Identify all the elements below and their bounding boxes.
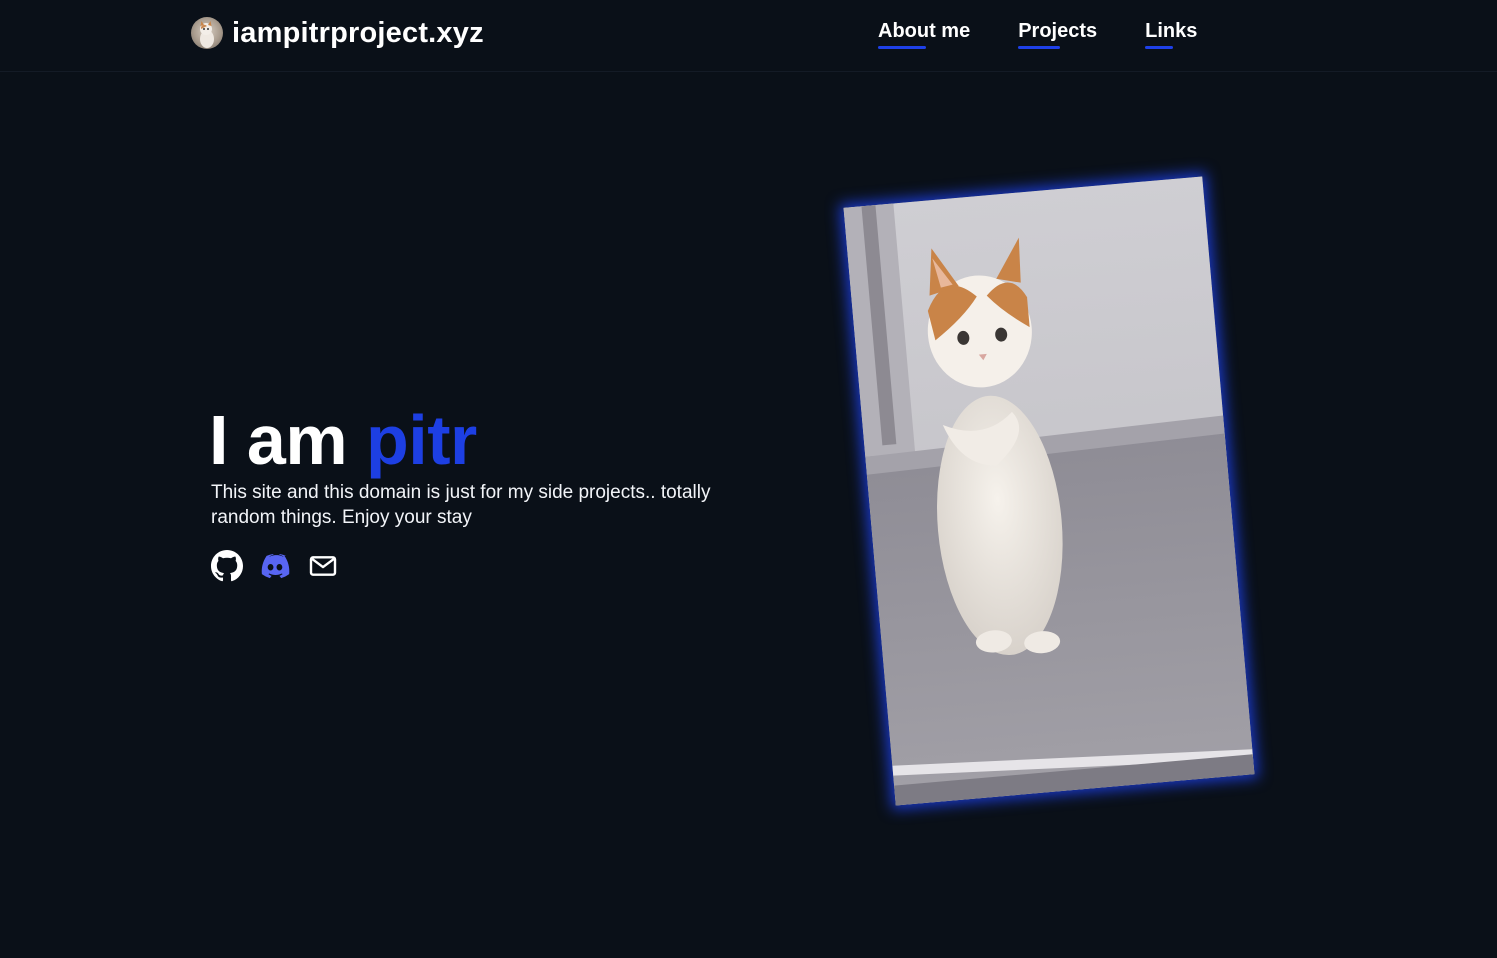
cat-avatar-icon	[191, 17, 223, 49]
brand-link[interactable]: iampitrproject.xyz	[191, 16, 484, 50]
mail-icon[interactable]	[307, 550, 339, 582]
dancing-cat-image	[843, 176, 1255, 806]
site-name: iampitrproject.xyz	[232, 16, 484, 49]
nav-link-about-me[interactable]: About me	[878, 20, 970, 49]
hero-title-prefix: I am	[209, 401, 367, 479]
hero-title: I am pitr	[209, 398, 477, 482]
dancing-cat-illustration	[843, 176, 1255, 806]
site-header: iampitrproject.xyz About me Projects Lin…	[0, 0, 1497, 72]
main-nav: About me Projects Links	[878, 20, 1197, 49]
hero-subtitle: This site and this domain is just for my…	[211, 482, 711, 528]
discord-icon[interactable]	[259, 550, 291, 582]
nav-link-links[interactable]: Links	[1145, 20, 1197, 49]
hero-title-name: pitr	[366, 401, 477, 479]
social-links	[211, 550, 339, 582]
nav-link-projects[interactable]: Projects	[1018, 20, 1097, 49]
github-icon[interactable]	[211, 550, 243, 582]
